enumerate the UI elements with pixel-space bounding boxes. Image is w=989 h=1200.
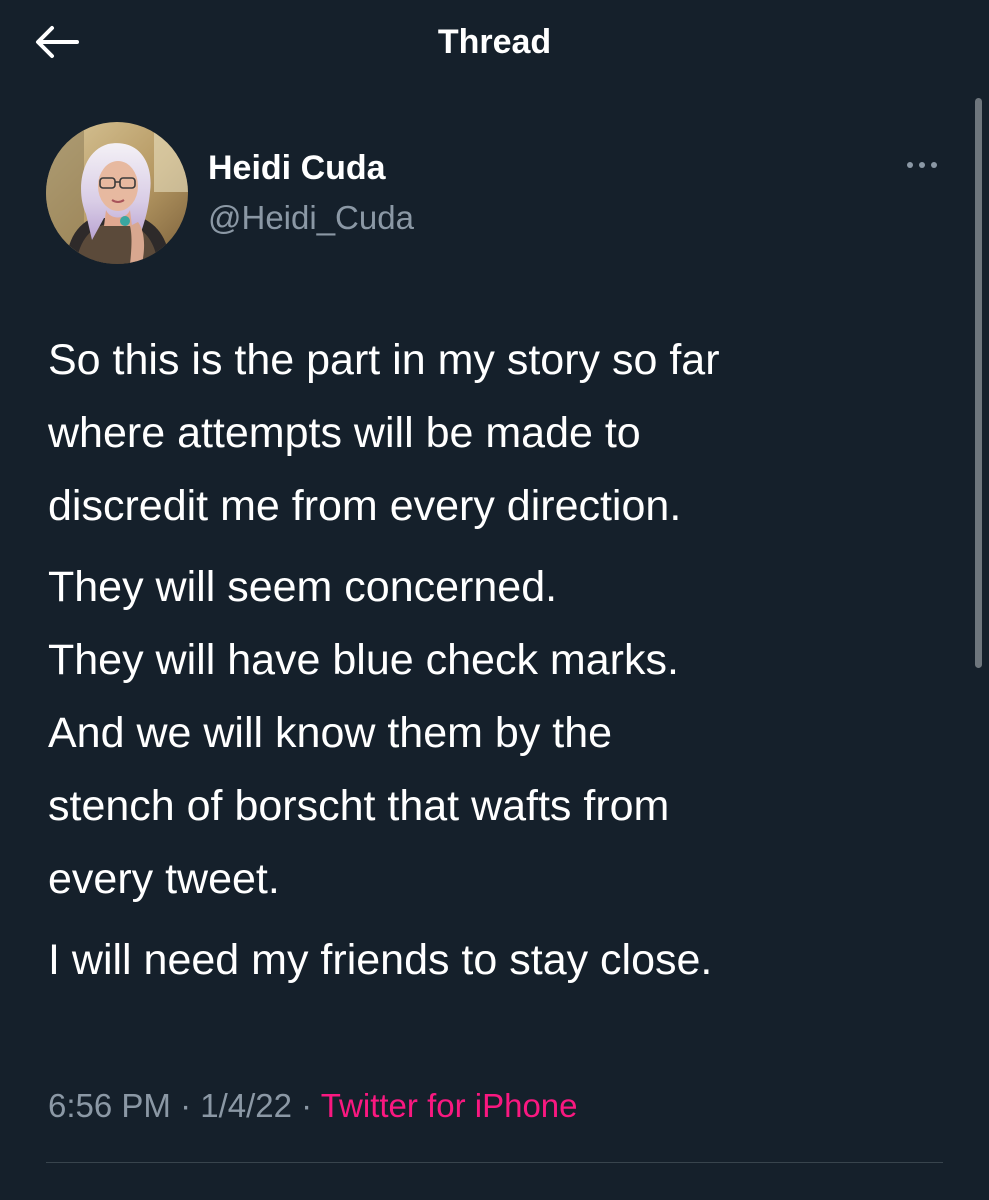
more-options-button[interactable] (898, 150, 946, 180)
avatar[interactable] (46, 122, 188, 264)
tweet-date[interactable]: 1/4/22 (200, 1087, 292, 1124)
divider (46, 1162, 943, 1163)
tweet-text: So this is the part in my story so far w… (48, 324, 958, 997)
profile-photo (46, 122, 188, 264)
tweet-paragraph: They will seem concerned. They will have… (48, 563, 679, 903)
meta-separator: · (170, 1087, 201, 1124)
tweet-paragraph: So this is the part in my story so far w… (48, 336, 720, 530)
more-horizontal-icon (907, 162, 937, 168)
meta-separator: · (291, 1087, 321, 1124)
page-title: Thread (437, 23, 552, 61)
tweet-metadata: 6:56 PM · 1/4/22 · Twitter for iPhone (48, 1084, 578, 1128)
scrollbar-thumb[interactable] (975, 98, 982, 668)
top-navigation-bar: Thread (0, 0, 989, 86)
tweet-source-link[interactable]: Twitter for iPhone (321, 1087, 578, 1124)
author-display-name[interactable]: Heidi Cuda (208, 148, 386, 188)
author-handle[interactable]: @Heidi_Cuda (208, 198, 414, 238)
tweet-time[interactable]: 6:56 PM (48, 1087, 171, 1124)
tweet-paragraph: I will need my friends to stay close. (48, 936, 713, 984)
